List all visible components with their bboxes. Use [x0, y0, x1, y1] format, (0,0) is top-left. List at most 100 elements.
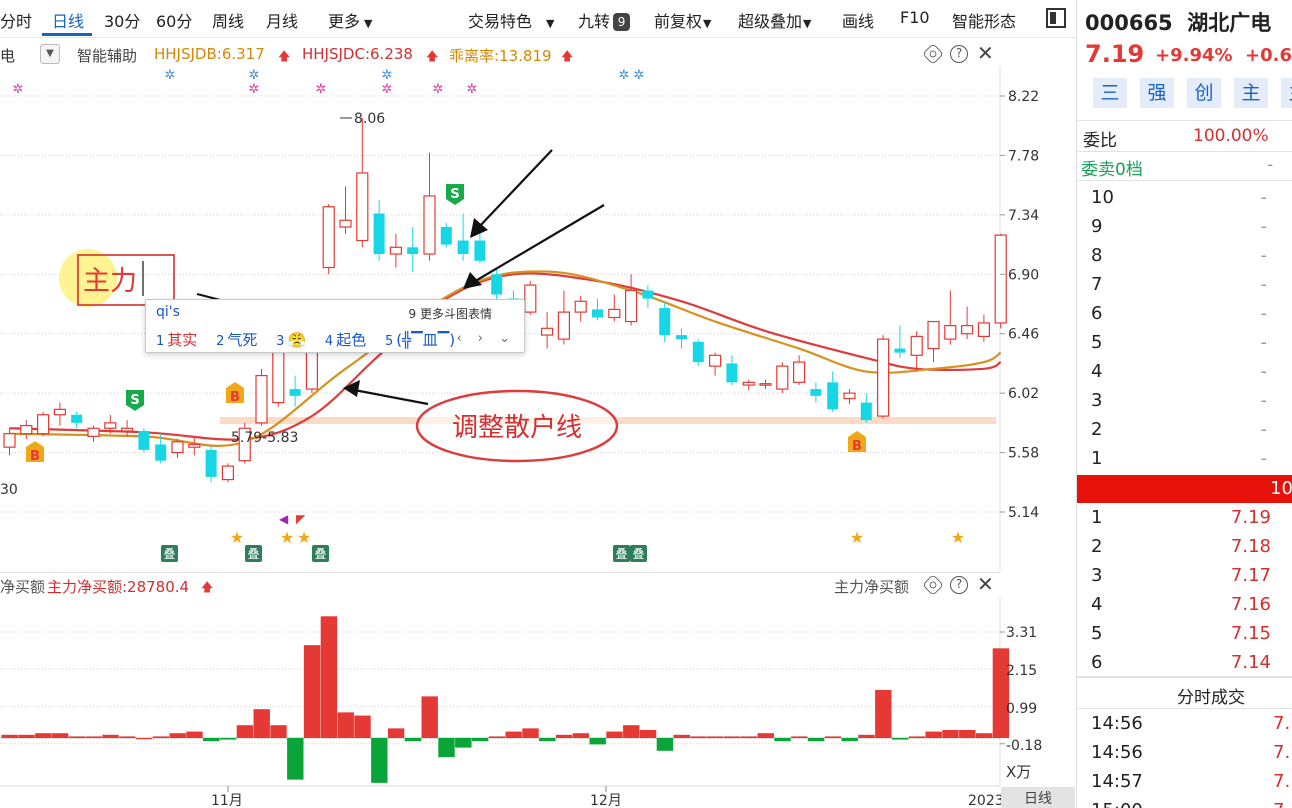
candle: [205, 444, 217, 483]
candle: [726, 355, 738, 386]
net-buy-bar: [236, 725, 254, 738]
tag-button[interactable]: 三: [1093, 78, 1127, 108]
tab-intraday[interactable]: 分时: [0, 8, 32, 32]
candle-body: [592, 309, 603, 318]
candle: [776, 362, 789, 394]
net-buy-bar: [85, 736, 102, 738]
tab-60min[interactable]: 60分: [156, 8, 192, 32]
candle-body: [188, 443, 201, 448]
net-buy-bar: [925, 731, 942, 738]
gold-star-icon: ★: [850, 528, 864, 547]
gold-star-icon: ★: [297, 528, 311, 547]
trade-row: 14:57 7.: [1091, 771, 1291, 792]
ime-page-nav[interactable]: ‹ › ⌄: [456, 331, 516, 346]
adjust-menu[interactable]: 前复权▼: [654, 8, 711, 32]
candle-body: [255, 374, 268, 424]
stock-code: 000665: [1085, 11, 1173, 35]
ime-more-stickers[interactable]: 9 更多斗图表情: [409, 305, 492, 322]
f10-button[interactable]: F10: [900, 8, 930, 27]
candle-body: [322, 206, 335, 269]
help-icon[interactable]: ?: [950, 45, 968, 63]
candle: [843, 389, 856, 404]
candle-body: [407, 247, 419, 255]
ime-candidate-1[interactable]: 1 其实: [156, 329, 197, 350]
price-tick-label: 6.46: [1008, 327, 1039, 343]
tag-button[interactable]: 主: [1281, 78, 1292, 108]
candle-body: [36, 414, 50, 435]
net-buy-bar: [320, 616, 338, 738]
tab-daily[interactable]: 日线: [52, 8, 84, 32]
net-buy-bar: [824, 736, 842, 738]
caret-down-icon: ▼: [546, 17, 555, 30]
ask-row: 10-: [1091, 187, 1267, 208]
tag-button[interactable]: 主: [1234, 78, 1268, 108]
net-buy-bar: [656, 738, 674, 751]
net-buy-chart[interactable]: 3.31 2.15 0.99 -0.18 X万 11月 12月 2023 日线: [0, 596, 1076, 808]
trade-feature-menu[interactable]: 交易特色 ▼: [468, 8, 554, 32]
deviation-value: 乖离率:13.819: [449, 47, 552, 65]
assist-dropdown-icon[interactable]: ▼: [40, 44, 60, 64]
svg-text:S: S: [130, 393, 139, 408]
candle-body: [339, 219, 352, 228]
candle: [608, 294, 621, 322]
candle: [574, 295, 587, 322]
net-buy-bar: [270, 725, 287, 738]
spread-bar: 10: [1077, 475, 1292, 503]
ime-candidate-3[interactable]: 3 😤: [276, 331, 306, 349]
ime-candidate-5[interactable]: 5 (╬▔皿▔): [385, 329, 455, 350]
ime-candidate-window[interactable]: qi's 9 更多斗图表情 1 其实 2 气死 3 😤 4 起色 5 (╬▔皿▔) ‹ ›…: [145, 299, 525, 353]
net-buy-bar: [858, 734, 875, 738]
overlay-menu[interactable]: 超级叠加▼: [738, 8, 811, 32]
candle-body: [423, 195, 436, 255]
close-icon[interactable]: ✕: [977, 574, 994, 594]
candle: [994, 233, 1007, 329]
candle: [20, 420, 33, 440]
net-buy-bar: [942, 729, 959, 738]
draw-line-button[interactable]: 画线: [842, 8, 874, 32]
net-buy-bar: [841, 738, 858, 742]
signal-markers: ✲ ✲ ✲ ✲ ✲ ✲ ✲ ✲ ✲ ✲ ✲: [13, 68, 645, 97]
candle-body: [87, 427, 100, 437]
net-buy-bar: [186, 731, 203, 738]
net-buy-bar: [303, 645, 321, 738]
help-icon[interactable]: ?: [950, 576, 968, 594]
candle: [221, 463, 234, 483]
candle: [373, 200, 385, 261]
tag-button[interactable]: 创: [1187, 78, 1221, 108]
candle-body: [356, 172, 369, 242]
candle: [540, 312, 554, 349]
candle-body: [910, 335, 923, 356]
ime-candidate-4[interactable]: 4 起色: [325, 329, 366, 350]
nine-turn-button[interactable]: 九转 9: [578, 8, 631, 32]
caret-down-icon: ▼: [703, 17, 712, 30]
more-menu[interactable]: 更多 ▼: [328, 8, 372, 32]
up-arrow-icon: 🡅: [278, 49, 291, 63]
candle-body: [994, 234, 1007, 324]
pct-change: +9.94%: [1155, 45, 1233, 66]
close-icon[interactable]: ✕: [977, 43, 994, 63]
candle: [36, 412, 50, 437]
tag-button[interactable]: 强: [1140, 78, 1174, 108]
weimai-value: -: [1267, 155, 1274, 175]
tab-30min[interactable]: 30分: [104, 8, 140, 32]
overlay-label: 超级叠加: [738, 12, 803, 31]
buy-signal-icon: B: [848, 431, 866, 454]
ime-candidate-2[interactable]: 2 气死: [216, 329, 257, 350]
net-buy-bar: [337, 712, 354, 738]
price-tick-label: 7.34: [1008, 208, 1039, 224]
panel-toggle-icon[interactable]: [1046, 8, 1066, 28]
net-buy-bar: [18, 734, 35, 738]
smart-pattern-button[interactable]: 智能形态: [952, 8, 1016, 32]
tab-weekly[interactable]: 周线: [212, 8, 244, 32]
net-buy-bar: [169, 733, 186, 738]
net-buy-bar: [606, 731, 623, 738]
price-tick-label: 5.58: [1008, 446, 1039, 462]
overlap-marker: 叠: [613, 545, 630, 562]
candle: [3, 428, 16, 456]
tab-monthly[interactable]: 月线: [266, 8, 298, 32]
ask-row: 9-: [1091, 216, 1267, 237]
candle: [910, 331, 923, 372]
candle: [759, 379, 772, 390]
bid-row: 2 7.18: [1091, 536, 1271, 557]
vol-tick: 0.99: [1006, 701, 1037, 717]
